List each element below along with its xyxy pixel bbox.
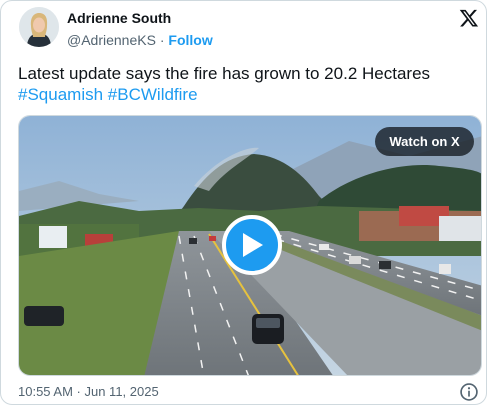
follow-button[interactable]: Follow [168,32,212,48]
hashtag-squamish[interactable]: #Squamish [18,85,103,104]
post-timestamp[interactable]: 10:55 AM · Jun 11, 2025 [18,384,159,399]
author-avatar[interactable] [19,7,59,47]
embedded-post-card: Adrienne South @AdrienneKS · Follow Late… [0,0,487,405]
author-display-name[interactable]: Adrienne South [67,10,171,26]
separator-dot: · [159,32,165,48]
post-hashtags: #Squamish #BCWildfire [18,84,473,105]
author-handle-row: @AdrienneKS · Follow [67,32,213,48]
post-text: Latest update says the fire has grown to… [18,63,473,105]
hashtag-bcwildfire[interactable]: #BCWildfire [108,85,198,104]
video-media[interactable]: Watch on X [18,115,482,376]
post-body: Latest update says the fire has grown to… [18,64,431,83]
watch-on-x-button[interactable]: Watch on X [375,127,474,156]
play-button[interactable] [222,215,282,275]
author-handle[interactable]: @AdrienneKS [67,32,156,48]
x-logo-icon[interactable] [459,8,479,28]
play-icon [243,233,263,257]
info-icon[interactable] [459,382,479,402]
